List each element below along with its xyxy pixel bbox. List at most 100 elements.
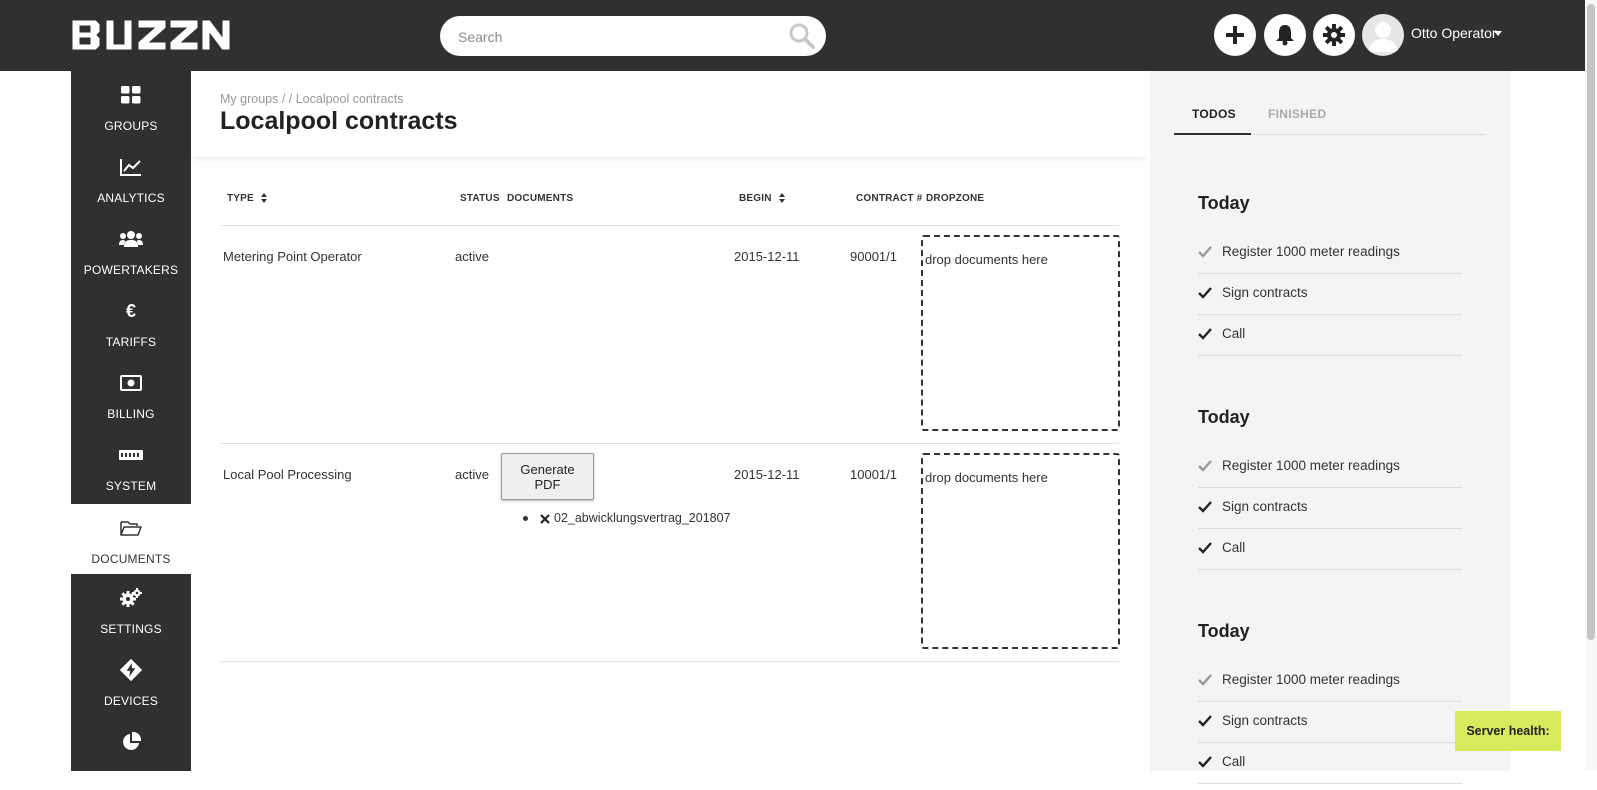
- check-icon[interactable]: [1198, 674, 1212, 686]
- check-icon[interactable]: [1198, 287, 1212, 299]
- sidebar-item-label: SYSTEM: [105, 479, 157, 493]
- folder-open-icon: [119, 517, 143, 539]
- todo-item[interactable]: Register 1000 meter readings: [1198, 233, 1462, 274]
- todo-item[interactable]: Sign contracts: [1198, 702, 1462, 743]
- todo-text: Call: [1222, 540, 1246, 555]
- gear-icon: [1323, 24, 1345, 46]
- sidebar: GROUPS ANALYTICS POWERTAKERS € TARIFFS B…: [71, 71, 191, 771]
- sidebar-item-label: TARIFFS: [105, 335, 157, 349]
- breadcrumb[interactable]: My groups / / Localpool contracts: [220, 92, 403, 106]
- todo-text: Sign contracts: [1222, 499, 1308, 514]
- active-tab-indicator: [1174, 133, 1251, 135]
- sidebar-item-label: ANALYTICS: [97, 191, 165, 205]
- sidebar-item-billing[interactable]: BILLING: [71, 359, 191, 431]
- todos-panel: TODOS FINISHED Today Register 1000 meter…: [1150, 71, 1510, 784]
- buzzn-logo[interactable]: [70, 14, 238, 56]
- sidebar-item-groups[interactable]: GROUPS: [71, 71, 191, 143]
- groups-grid-icon: [119, 84, 143, 106]
- top-bar: Otto Operator: [0, 0, 1597, 71]
- contract-status: active: [455, 467, 489, 482]
- column-header-type[interactable]: TYPE: [227, 193, 267, 204]
- scrollbar-thumb[interactable]: [1587, 4, 1595, 640]
- settings-button[interactable]: [1313, 14, 1355, 56]
- todo-text: Call: [1222, 326, 1246, 341]
- pie-chart-icon: [119, 731, 143, 753]
- check-icon[interactable]: [1198, 715, 1212, 727]
- plus-icon: [1226, 26, 1244, 44]
- sidebar-item-devices[interactable]: DEVICES: [71, 646, 191, 718]
- sidebar-item-system[interactable]: SYSTEM: [71, 431, 191, 503]
- contract-begin: 2015-12-11: [734, 249, 800, 264]
- user-avatar[interactable]: [1362, 14, 1404, 56]
- todo-group-title: Today: [1198, 407, 1250, 427]
- sidebar-item-analytics[interactable]: ANALYTICS: [71, 143, 191, 215]
- bolt-diamond-icon: [119, 656, 143, 684]
- sidebar-item-powertakers[interactable]: POWERTAKERS: [71, 215, 191, 287]
- todo-text: Sign contracts: [1222, 713, 1308, 728]
- search-bar[interactable]: [440, 16, 826, 58]
- contract-type: Local Pool Processing: [223, 467, 352, 482]
- check-icon[interactable]: [1198, 460, 1212, 472]
- sidebar-item-label: BILLING: [107, 407, 155, 421]
- search-icon[interactable]: [788, 22, 816, 50]
- euro-icon: €: [125, 300, 136, 321]
- todo-text: Sign contracts: [1222, 285, 1308, 300]
- divider: [221, 661, 1119, 662]
- todo-text: Register 1000 meter readings: [1222, 672, 1400, 687]
- user-menu-toggle[interactable]: Otto Operator: [1411, 25, 1497, 41]
- column-header-contract-number: CONTRACT #: [856, 193, 923, 204]
- todo-item[interactable]: Sign contracts: [1198, 274, 1462, 315]
- todo-item[interactable]: Register 1000 meter readings: [1198, 447, 1462, 488]
- sidebar-item-reports[interactable]: [71, 718, 191, 790]
- document-dropzone[interactable]: drop documents here: [921, 235, 1120, 431]
- money-bill-icon: [119, 372, 143, 394]
- document-dropzone[interactable]: drop documents here: [921, 453, 1120, 649]
- todo-group-title: Today: [1198, 621, 1250, 641]
- add-button[interactable]: [1214, 14, 1256, 56]
- generate-pdf-button[interactable]: Generate PDF: [501, 453, 594, 500]
- todo-item[interactable]: Register 1000 meter readings: [1198, 661, 1462, 702]
- sidebar-item-label: DOCUMENTS: [91, 552, 171, 566]
- sidebar-item-label: POWERTAKERS: [83, 263, 179, 277]
- tab-todos[interactable]: TODOS: [1192, 107, 1236, 121]
- divider: [221, 443, 1119, 444]
- dropzone-label: drop documents here: [925, 470, 1048, 485]
- sort-icon: [260, 193, 267, 204]
- check-icon[interactable]: [1198, 501, 1212, 513]
- server-health-badge[interactable]: Server health:: [1455, 711, 1561, 751]
- column-header-status: STATUS: [460, 193, 500, 204]
- todo-item[interactable]: Call: [1198, 529, 1462, 570]
- check-icon[interactable]: [1198, 542, 1212, 554]
- sidebar-item-settings[interactable]: SETTINGS: [71, 574, 191, 646]
- todo-item[interactable]: Call: [1198, 315, 1462, 356]
- contract-status: active: [455, 249, 489, 264]
- dropzone-label: drop documents here: [925, 252, 1048, 267]
- chevron-down-icon[interactable]: [1494, 31, 1502, 36]
- column-header-begin[interactable]: BEGIN: [739, 193, 785, 204]
- remove-document-icon[interactable]: [540, 513, 550, 524]
- document-link[interactable]: 02_abwicklungsvertrag_201807: [554, 511, 731, 525]
- page-title: Localpool contracts: [220, 107, 458, 135]
- check-icon[interactable]: [1198, 246, 1212, 258]
- column-header-dropzone: DROPZONE: [926, 193, 985, 204]
- sidebar-item-label: GROUPS: [104, 119, 158, 133]
- line-chart-icon: [119, 156, 143, 178]
- users-icon: [119, 228, 143, 250]
- todo-text: Register 1000 meter readings: [1222, 244, 1400, 259]
- sidebar-item-documents[interactable]: DOCUMENTS: [71, 504, 191, 574]
- check-icon[interactable]: [1198, 756, 1212, 768]
- document-list: 02_abwicklungsvertrag_201807: [523, 511, 738, 525]
- bell-icon: [1276, 25, 1294, 46]
- page-scrollbar[interactable]: [1585, 0, 1597, 771]
- contract-begin: 2015-12-11: [734, 467, 800, 482]
- list-bullet: [523, 516, 528, 522]
- sidebar-item-label: DEVICES: [103, 694, 159, 708]
- sidebar-item-tariffs[interactable]: € TARIFFS: [71, 287, 191, 359]
- search-input[interactable]: [456, 16, 780, 58]
- todo-item[interactable]: Call: [1198, 743, 1462, 784]
- check-icon[interactable]: [1198, 328, 1212, 340]
- todo-item[interactable]: Sign contracts: [1198, 488, 1462, 529]
- tab-finished[interactable]: FINISHED: [1268, 107, 1326, 121]
- notifications-button[interactable]: [1264, 14, 1306, 56]
- column-header-label: TYPE: [227, 193, 254, 204]
